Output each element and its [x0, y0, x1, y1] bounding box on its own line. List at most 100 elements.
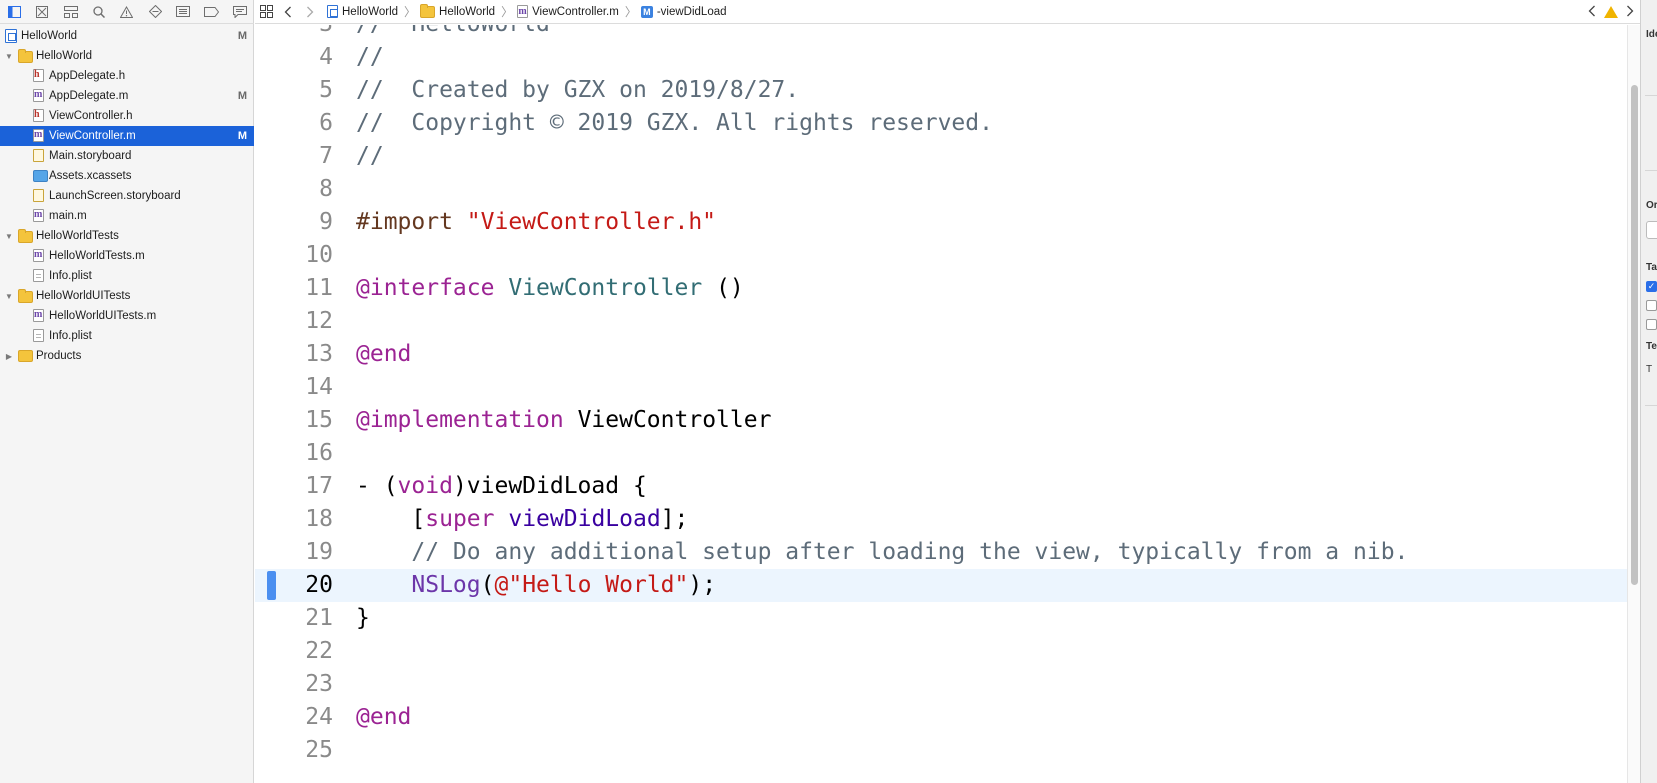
code-line[interactable]: 17 - (void)viewDidLoad { [255, 470, 1627, 503]
code-line[interactable]: 3 // HelloWorld [255, 25, 1627, 41]
warning-icon[interactable] [1604, 6, 1618, 18]
code-token: ( [480, 572, 495, 598]
code-line[interactable]: 13 @end [255, 338, 1627, 371]
source-control-icon[interactable] [28, 0, 56, 24]
navigator-group-row[interactable]: ▶ Products [0, 346, 254, 366]
test-icon[interactable] [141, 0, 169, 24]
breadcrumb-label: HelloWorld [439, 5, 496, 18]
disclosure-open-icon[interactable]: ▼ [4, 231, 14, 241]
line-number[interactable]: 18 [255, 503, 333, 536]
breadcrumb-group[interactable]: HelloWorld [420, 3, 496, 18]
navigator-file-row[interactable]: LaunchScreen.storyboard [0, 186, 254, 206]
disclosure-closed-icon[interactable]: ▶ [4, 351, 14, 361]
line-number[interactable]: 11 [255, 272, 333, 305]
breakpoint-icon[interactable] [198, 0, 226, 24]
navigator-file-row[interactable]: m AppDelegate.m M [0, 86, 254, 106]
disclosure-open-icon[interactable]: ▼ [4, 291, 14, 301]
target-membership-checkbox[interactable]: ✓ [1646, 281, 1657, 292]
inspector-field[interactable] [1646, 221, 1657, 239]
code-line[interactable]: 10 [255, 239, 1627, 272]
issue-icon[interactable] [113, 0, 141, 24]
symbol-navigator-icon[interactable] [56, 0, 84, 24]
forward-chevron-icon[interactable] [299, 0, 321, 24]
report-icon[interactable] [226, 0, 254, 24]
disclosure-open-icon[interactable]: ▼ [4, 51, 14, 61]
line-number[interactable]: 24 [255, 701, 333, 734]
code-token: // [356, 44, 384, 70]
line-number[interactable]: 5 [255, 74, 333, 107]
line-number[interactable]: 20 [255, 569, 333, 602]
code-line[interactable]: 9 #import "ViewController.h" [255, 206, 1627, 239]
navigator-file-row[interactable]: m HelloWorldTests.m [0, 246, 254, 266]
navigator-file-row[interactable]: m main.m [0, 206, 254, 226]
breadcrumb-project[interactable]: HelloWorld [327, 5, 398, 18]
breadcrumb-separator-icon: 〉 [501, 5, 514, 19]
code-line[interactable]: 8 [255, 173, 1627, 206]
line-number[interactable]: 14 [255, 371, 333, 404]
line-number[interactable]: 8 [255, 173, 333, 206]
line-number[interactable]: 9 [255, 206, 333, 239]
next-issue-chevron-icon[interactable] [1626, 4, 1634, 20]
code-line[interactable]: 21} [255, 602, 1627, 635]
code-line[interactable]: 14 [255, 371, 1627, 404]
code-line[interactable]: 7 // [255, 140, 1627, 173]
editor-scrollbar[interactable] [1627, 25, 1640, 783]
code-line[interactable]: 15 @implementation ViewController [255, 404, 1627, 437]
line-number[interactable]: 17 [255, 470, 333, 503]
line-number[interactable]: 16 [255, 437, 333, 470]
code-line[interactable]: 6 // Copyright © 2019 GZX. All rights res… [255, 107, 1627, 140]
line-number[interactable]: 21 [255, 602, 333, 635]
previous-issue-chevron-icon[interactable] [1588, 4, 1596, 20]
related-items-icon[interactable] [255, 0, 277, 24]
line-number[interactable]: 12 [255, 305, 333, 338]
line-number[interactable]: 4 [255, 41, 333, 74]
code-line[interactable]: 23 [255, 668, 1627, 701]
navigator-file-row[interactable]: Info.plist [0, 266, 254, 286]
navigator-file-row[interactable]: h AppDelegate.h [0, 66, 254, 86]
code-line[interactable]: 16 [255, 437, 1627, 470]
code-line[interactable]: 18 [super viewDidLoad]; [255, 503, 1627, 536]
current-code-line[interactable]: 20 NSLog(@"Hello World"); [255, 569, 1627, 602]
line-number[interactable]: 10 [255, 239, 333, 272]
scrollbar-thumb[interactable] [1631, 85, 1638, 585]
navigator-group-row[interactable]: ▼ HelloWorld [0, 46, 254, 66]
navigator-file-row[interactable]: Main.storyboard [0, 146, 254, 166]
code-line[interactable]: 11 @interface ViewController () [255, 272, 1627, 305]
code-line[interactable]: 25 [255, 734, 1627, 767]
breadcrumb-method[interactable]: M -viewDidLoad [640, 5, 727, 18]
code-line[interactable]: 22 [255, 635, 1627, 668]
project-navigator-icon[interactable] [0, 0, 28, 24]
navigator-group-row[interactable]: ▼ HelloWorldTests [0, 226, 254, 246]
code-line[interactable]: 19 // Do any additional setup after load… [255, 536, 1627, 569]
navigator-file-row[interactable]: m HelloWorldUITests.m [0, 306, 254, 326]
navigator-file-row[interactable]: Info.plist [0, 326, 254, 346]
navigator-file-row[interactable]: m ViewController.m M [0, 126, 254, 146]
debug-icon[interactable] [169, 0, 197, 24]
line-number[interactable]: 25 [255, 734, 333, 767]
breadcrumb-file[interactable]: m ViewController.m [517, 5, 619, 18]
target-membership-checkbox[interactable] [1646, 319, 1657, 330]
target-membership-checkbox[interactable] [1646, 300, 1657, 311]
source-editor[interactable]: 3 // HelloWorld 4 // 5 // Created by GZX on 2… [255, 25, 1627, 783]
navigator-file-row[interactable]: h ViewController.h [0, 106, 254, 126]
jump-bar: HelloWorld 〉 HelloWorld 〉 m ViewControll… [255, 0, 1640, 24]
navigator-item-label: Info.plist [49, 270, 92, 282]
line-number[interactable]: 15 [255, 404, 333, 437]
line-number[interactable]: 19 [255, 536, 333, 569]
code-line[interactable]: 24 @end [255, 701, 1627, 734]
code-line[interactable]: 4 // [255, 41, 1627, 74]
line-number[interactable]: 13 [255, 338, 333, 371]
navigator-file-row[interactable]: HelloWorld M [0, 26, 254, 46]
navigator-group-row[interactable]: ▼ HelloWorldUITests [0, 286, 254, 306]
line-number[interactable]: 22 [255, 635, 333, 668]
find-icon[interactable] [85, 0, 113, 24]
line-number[interactable]: 23 [255, 668, 333, 701]
line-number[interactable]: 3 [255, 25, 333, 41]
line-number[interactable]: 6 [255, 107, 333, 140]
file-tree: HelloWorld M ▼ HelloWorld h AppDelegate.h m App… [0, 26, 254, 366]
code-line[interactable]: 12 [255, 305, 1627, 338]
navigator-file-row[interactable]: Assets.xcassets [0, 166, 254, 186]
code-line[interactable]: 5 // Created by GZX on 2019/8/27. [255, 74, 1627, 107]
line-number[interactable]: 7 [255, 140, 333, 173]
back-chevron-icon[interactable] [277, 0, 299, 24]
